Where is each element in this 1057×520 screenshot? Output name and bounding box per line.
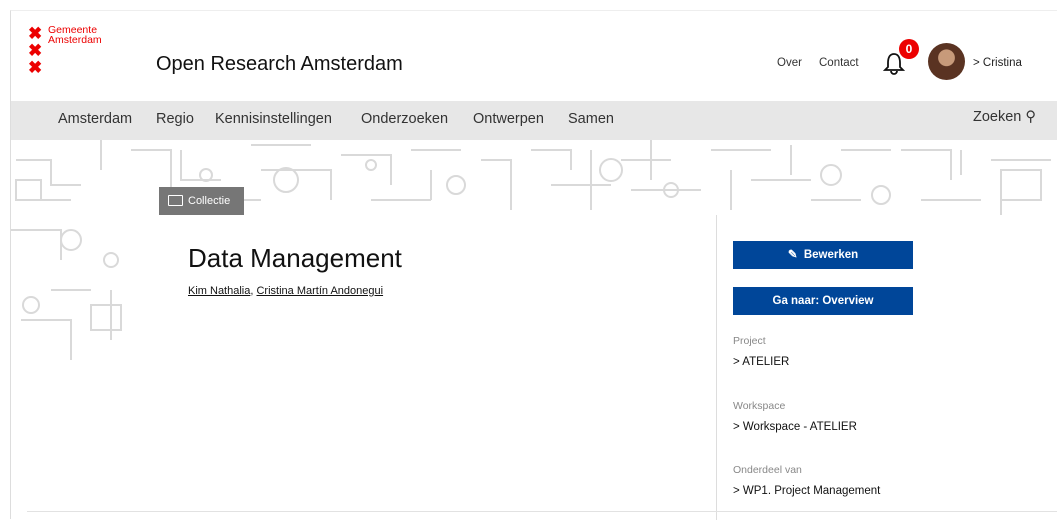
page-frame: ✖ ✖ ✖ Gemeente Amsterdam Open Research A… [10, 10, 1057, 520]
author-list: Kim Nathalia, Cristina Martín Andonegui [188, 285, 384, 297]
collectie-tag[interactable]: Collectie [159, 187, 244, 215]
site-header: ✖ ✖ ✖ Gemeente Amsterdam Open Research A… [11, 11, 1057, 99]
part-of-label: Onderdeel van [733, 464, 802, 476]
sidebar-panel: ✎ Bewerken Ga naar: Overview Project > A… [716, 215, 1057, 520]
pencil-icon: ✎ [787, 249, 798, 261]
user-menu-link[interactable]: > Cristina [973, 57, 1022, 69]
over-link[interactable]: Over [777, 57, 802, 69]
edit-button-label: Bewerken [803, 249, 859, 261]
author-link-cristina[interactable]: Cristina Martín Andonegui [256, 285, 383, 297]
x-cross-icon: ✖ [28, 58, 43, 77]
folder-icon [168, 194, 183, 206]
main-nav: Amsterdam Regio Kennisinstellingen Onder… [11, 101, 1057, 140]
workspace-link[interactable]: > Workspace - ATELIER [733, 421, 857, 433]
notification-badge[interactable]: 0 [899, 39, 919, 59]
nav-item-regio[interactable]: Regio [156, 111, 194, 127]
user-avatar[interactable] [928, 43, 965, 80]
goto-overview-button[interactable]: Ga naar: Overview [733, 287, 913, 315]
divider [27, 511, 1057, 512]
x-cross-icon: ✖ [28, 41, 43, 60]
author-link-kim[interactable]: Kim Nathalia [188, 285, 250, 297]
workspace-label: Workspace [733, 400, 786, 412]
nav-item-kennisinstellingen[interactable]: Kennisinstellingen [215, 111, 332, 127]
edit-button[interactable]: ✎ Bewerken [733, 241, 913, 269]
contact-link[interactable]: Contact [819, 57, 859, 69]
project-link[interactable]: > ATELIER [733, 356, 789, 368]
logo-text: Gemeente Amsterdam [48, 24, 102, 46]
nav-item-onderzoeken[interactable]: Onderzoeken [361, 111, 448, 127]
project-label: Project [733, 335, 766, 347]
search-button[interactable]: Zoeken ⚲ [973, 109, 1036, 125]
nav-item-samen[interactable]: Samen [568, 111, 614, 127]
nav-item-ontwerpen[interactable]: Ontwerpen [473, 111, 544, 127]
collectie-label: Collectie [188, 195, 231, 207]
nav-item-amsterdam[interactable]: Amsterdam [58, 111, 132, 127]
page-title: Data Management [188, 243, 402, 273]
x-cross-icon: ✖ [28, 24, 43, 43]
part-of-link[interactable]: > WP1. Project Management [733, 485, 880, 497]
site-title[interactable]: Open Research Amsterdam [156, 53, 403, 76]
